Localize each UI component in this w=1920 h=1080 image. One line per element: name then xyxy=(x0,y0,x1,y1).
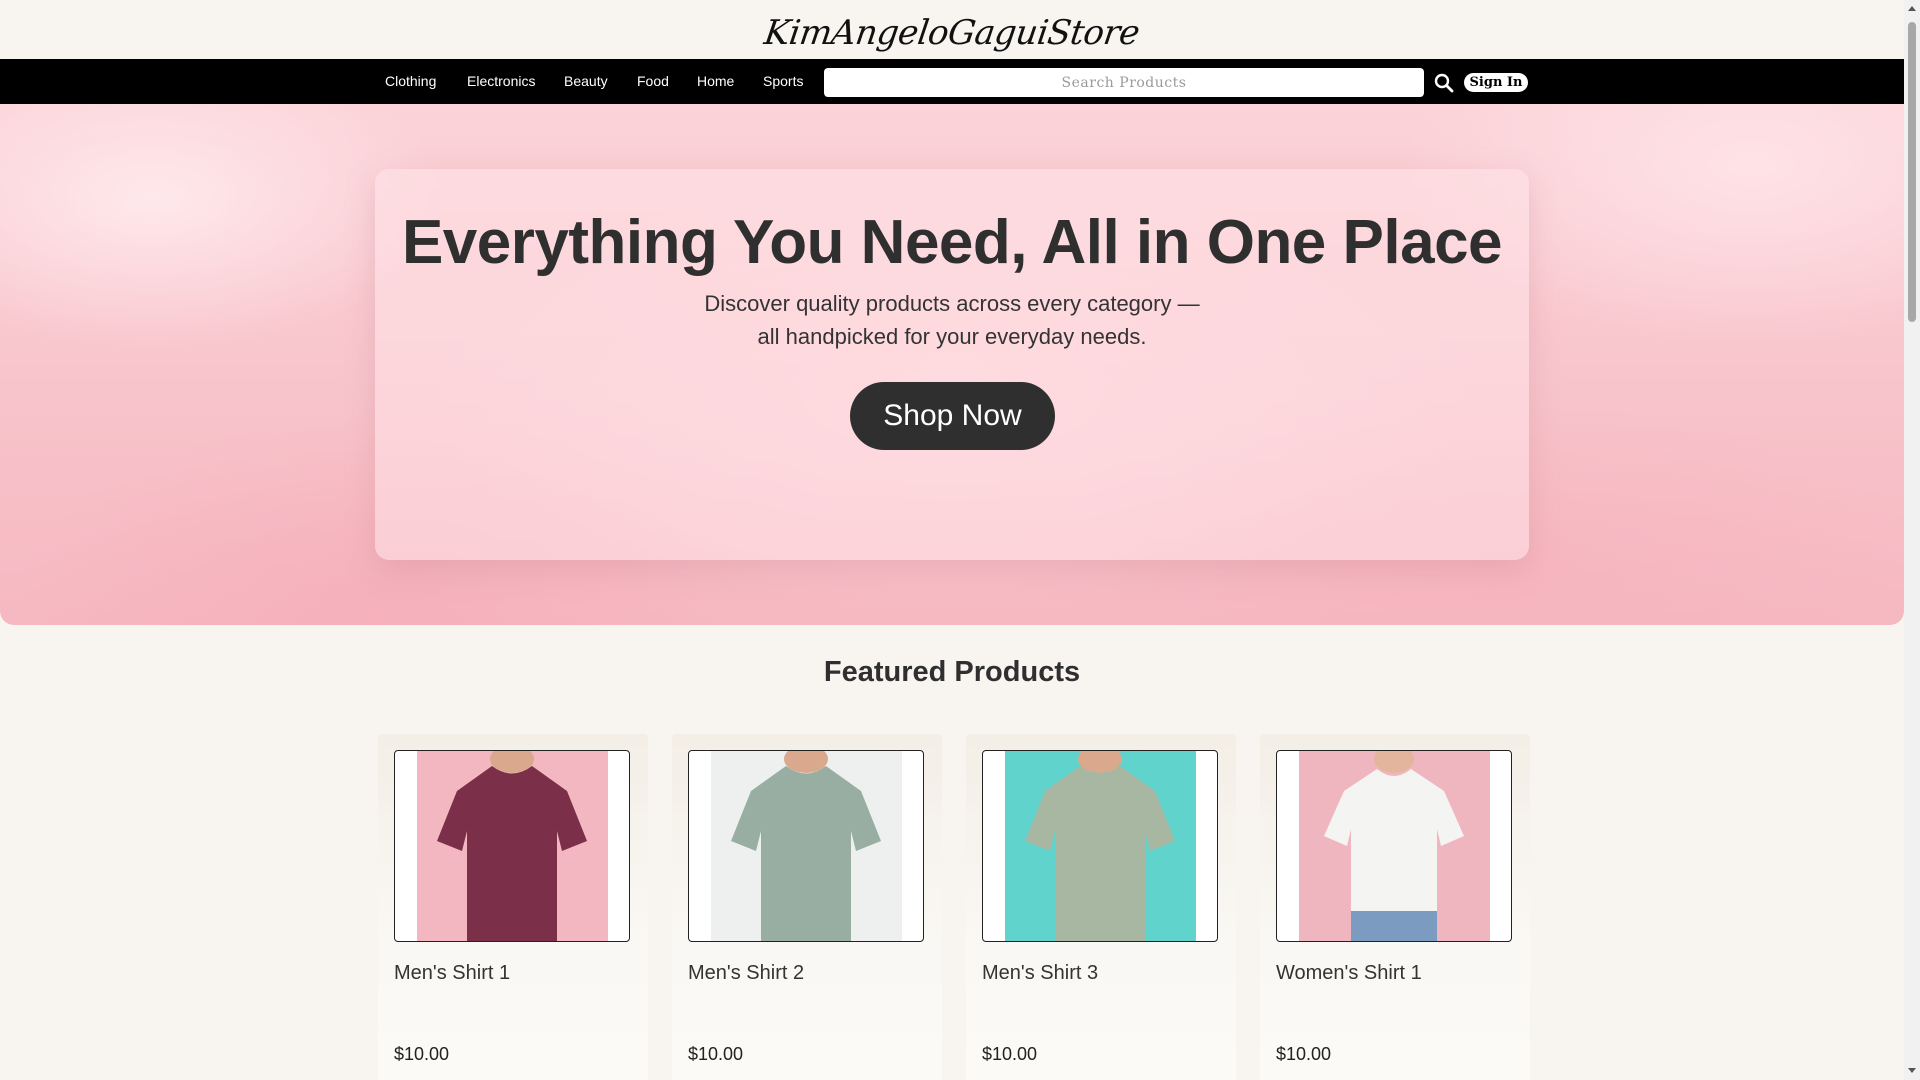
hero-subtitle-line-1: Discover quality products across every c… xyxy=(704,291,1200,316)
product-image-frame[interactable] xyxy=(1276,750,1512,942)
product-image-frame[interactable] xyxy=(394,750,630,942)
hero-subtitle-line-2: all handpicked for your everyday needs. xyxy=(757,324,1147,349)
hero-banner: Everything You Need, All in One Place Di… xyxy=(0,104,1904,625)
nav-link-sports[interactable]: Sports xyxy=(763,59,803,104)
product-price: $10.00 xyxy=(1276,1044,1332,1064)
product-image xyxy=(711,751,902,941)
product-name[interactable]: Men's Shirt 2 xyxy=(688,962,804,985)
search-icon[interactable] xyxy=(1432,71,1456,95)
sign-in-button[interactable]: Sign In xyxy=(1464,73,1528,92)
featured-products-heading: Featured Products xyxy=(823,656,1081,688)
nav-link-home[interactable]: Home xyxy=(697,59,734,104)
store-logo[interactable]: KimAngeloGaguiStore xyxy=(762,7,1143,53)
nav-link-clothing[interactable]: Clothing xyxy=(385,59,436,104)
product-image-frame[interactable] xyxy=(982,750,1218,942)
search-input[interactable] xyxy=(824,68,1424,97)
product-card[interactable]: Men's Shirt 2 $10.00 xyxy=(672,734,942,1080)
product-price: $10.00 xyxy=(982,1044,1038,1064)
product-image-frame[interactable] xyxy=(688,750,924,942)
nav-link-food[interactable]: Food xyxy=(637,59,669,104)
product-name[interactable]: Men's Shirt 1 xyxy=(394,962,510,985)
shop-now-button[interactable]: Shop Now xyxy=(850,382,1055,450)
product-card[interactable]: Men's Shirt 3 $10.00 xyxy=(966,734,1236,1080)
product-name[interactable]: Women's Shirt 1 xyxy=(1276,962,1422,985)
main-nav: Clothing Electronics Beauty Food Home Sp… xyxy=(0,59,1904,104)
product-name[interactable]: Men's Shirt 3 xyxy=(982,962,1098,985)
hero-card: Everything You Need, All in One Place Di… xyxy=(375,169,1529,560)
product-price: $10.00 xyxy=(688,1044,744,1064)
page-scrollbar[interactable] xyxy=(1904,0,1920,1080)
brand-header: KimAngeloGaguiStore xyxy=(0,0,1904,59)
hero-title: Everything You Need, All in One Place xyxy=(401,208,1503,277)
product-card[interactable]: Men's Shirt 1 $10.00 xyxy=(378,734,648,1080)
scroll-up-arrow-icon[interactable] xyxy=(1908,6,1916,11)
hero-subtitle: Discover quality products across every c… xyxy=(375,287,1529,353)
product-image xyxy=(1005,751,1196,941)
nav-link-beauty[interactable]: Beauty xyxy=(564,59,608,104)
product-price: $10.00 xyxy=(394,1044,450,1064)
product-card[interactable]: Women's Shirt 1 $10.00 xyxy=(1260,734,1530,1080)
scroll-down-arrow-icon[interactable] xyxy=(1908,1068,1916,1073)
nav-link-electronics[interactable]: Electronics xyxy=(467,59,535,104)
product-image xyxy=(417,751,608,941)
scroll-thumb[interactable] xyxy=(1908,22,1916,322)
product-image xyxy=(1299,751,1490,941)
